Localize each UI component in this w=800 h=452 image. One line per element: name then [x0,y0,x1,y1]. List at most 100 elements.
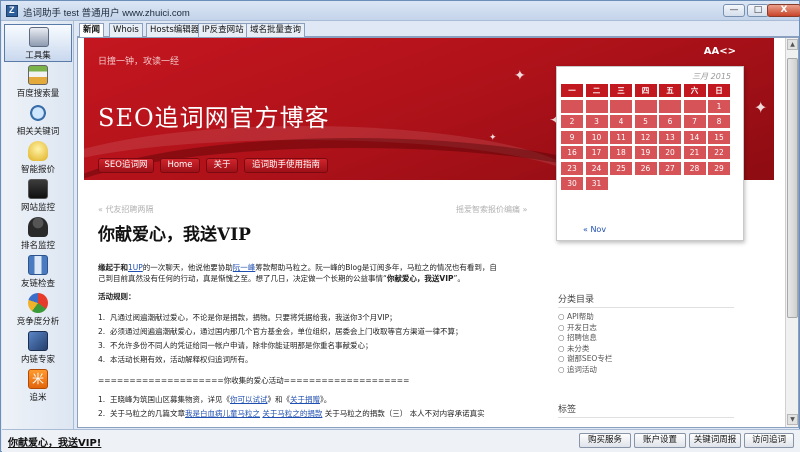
calendar-day[interactable]: 8 [708,115,730,128]
sidebar-item-friend-link-check[interactable]: 友链检查 [2,253,74,291]
sidebar-item-baidu-volume[interactable]: 百度搜索量 [2,63,74,101]
intro-text: 的一次聊天，他说他要协助 [142,263,233,272]
calendar-day[interactable]: 23 [561,161,583,175]
tab-whois[interactable]: Whois [109,23,143,37]
calendar-day[interactable]: 28 [683,161,706,175]
tags-section: 标签 [558,402,758,418]
network-icon [28,255,48,275]
calendar-weekday: 四 [634,84,657,97]
next-post-link[interactable]: 摇爱智索报价编痛 » [456,204,527,215]
calendar-day[interactable]: 27 [659,161,681,175]
category-item[interactable]: ○ 招聘信息 [558,333,758,344]
calendar-prev-link[interactable]: « Nov [583,225,606,234]
calendar-day[interactable]: 26 [634,161,657,175]
buy-service-button[interactable]: 购买服务 [579,433,631,448]
sidebar-item-related-keywords[interactable]: 相关关键词 [2,101,74,139]
scroll-down-arrow-icon[interactable]: ▼ [787,414,798,425]
link-maliz-article[interactable]: 我是白血病儿童马粒之 [185,409,260,418]
keyword-weekly-button[interactable]: 关键词周报 [689,433,741,448]
sidebar-item-internal-links[interactable]: 内链专家 [2,329,74,367]
lightbulb-icon [28,141,48,161]
intro-emphasis: 你献爱心，我送VIP [386,274,454,283]
calendar-day[interactable]: 21 [683,146,706,159]
pie-icon [28,293,48,313]
app-window: 追词助手 test 普通用户 www.zhuici.com — □ X 工具集 … [0,0,800,452]
minimize-button[interactable]: — [723,4,745,17]
blog-title[interactable]: SEO追词网官方博客 [98,98,330,133]
sidebar-item-label: 相关关键词 [16,127,60,137]
calendar-day[interactable]: 11 [610,130,632,144]
article: « 代友招聘两隔 摇爱智索报价编痛 » 你献爱心，我送VIP 缘起于和1UP的一… [84,180,534,427]
links-icon [28,331,48,351]
close-button[interactable]: X [767,4,800,17]
sidebar-item-label: 友链检查 [20,279,55,289]
maximize-button[interactable]: □ [747,4,769,17]
calendar-day[interactable]: 18 [610,146,632,159]
rule-item: 1. 凡通过阅遍潮献过爱心，不论是你是捐款，捐物。只要将凭据给我，我送你3个月VI… [98,313,397,322]
tab-ip-reverse[interactable]: IP反查网站 [198,23,248,37]
sidebar-item-smart-quote[interactable]: 智能报价 [2,139,74,177]
calendar-day[interactable]: 7 [683,115,706,128]
calendar-day[interactable]: 6 [659,115,681,128]
nav-home[interactable]: Home [160,158,200,173]
calendar-day[interactable]: 31 [585,177,608,190]
visit-zhuici-button[interactable]: 访问追词 [744,433,794,448]
link-1up[interactable]: 1UP [128,263,143,272]
calendar-day[interactable]: 25 [610,161,632,175]
calendar-day[interactable]: 10 [585,130,608,144]
font-size-toggle[interactable]: AA<> [704,46,736,57]
intro-text: 筹款帮助马粒之。阮一峰的Blog是订阅多年，马粒之的情况也有看到，自 [255,263,497,272]
status-message-link[interactable]: 你献爱心，我送VIP! [8,434,101,449]
calendar-day[interactable]: 16 [561,146,583,159]
tab-news[interactable]: 新闻 [79,23,105,38]
browser-content[interactable]: ✦ ✦ ✦ ✦ ✦ ✦ 日撞一钟，攻读一经 SEO追词网官方博客 AA<> SE… [77,37,799,428]
calendar-day[interactable]: 2 [561,115,583,128]
calendar-day[interactable]: 1 [708,99,730,113]
category-item[interactable]: ○ API帮助 [558,312,758,323]
calendar-day[interactable]: 19 [634,146,657,159]
link-ruanyifeng[interactable]: 阮一峰 [233,263,256,272]
scroll-up-arrow-icon[interactable]: ▲ [787,39,798,50]
sidebar-item-label: 网站监控 [20,203,55,213]
scroll-thumb[interactable] [787,58,798,318]
user-icon [28,217,48,237]
calendar-day[interactable]: 29 [708,161,730,175]
nav-about[interactable]: 关于 [206,158,238,173]
calendar-day[interactable]: 17 [585,146,608,159]
link-try-it[interactable]: 你可以试试 [230,395,268,404]
sidebar-item-rank-monitor[interactable]: 排名监控 [2,215,74,253]
account-settings-button[interactable]: 账户设置 [634,433,686,448]
calendar-day[interactable]: 4 [610,115,632,128]
calendar-day[interactable]: 20 [659,146,681,159]
calendar-day[interactable]: 12 [634,130,657,144]
tab-hosts-editor[interactable]: Hosts编辑器 [146,23,204,37]
category-item[interactable]: ○ 追词活动 [558,365,758,376]
nav-guide[interactable]: 追词助手使用指南 [244,158,328,173]
calendar-weekday: 日 [708,84,730,97]
category-item[interactable]: ○ 未分类 [558,344,758,355]
calendar-day[interactable]: 30 [561,177,583,190]
sidebar-item-competition[interactable]: 竞争度分析 [2,291,74,329]
category-item[interactable]: ○ 开发日志 [558,323,758,334]
calendar-caption: 三月 2015 [692,72,731,81]
calendar-day[interactable]: 5 [634,115,657,128]
tab-bulk-domain[interactable]: 域名批量查询 [246,23,306,37]
sidebar-item-toolbox[interactable]: 工具集 [4,24,72,62]
calendar-day[interactable]: 13 [659,130,681,144]
category-item[interactable]: ○ 谢那SEO专栏 [558,354,758,365]
calendar-day[interactable]: 3 [585,115,608,128]
calendar-day[interactable]: 14 [683,130,706,144]
link-about-donation[interactable]: 关于捐赠 [290,395,320,404]
calendar-day [610,99,632,113]
prev-post-link[interactable]: « 代友招聘两隔 [98,204,153,215]
nav-seo-zhuici[interactable]: SEO追词网 [98,158,154,173]
sidebar-item-site-monitor[interactable]: 网站监控 [2,177,74,215]
calendar-day[interactable]: 9 [561,130,583,144]
sidebar-item-zhuimi[interactable]: 米 追米 [2,367,74,405]
vertical-scrollbar[interactable]: ▲ ▼ [785,38,798,427]
calendar-day[interactable]: 24 [585,161,608,175]
calendar-day[interactable]: 22 [708,146,730,159]
calendar-day[interactable]: 15 [708,130,730,144]
chart-icon [28,65,48,85]
link-maliz-donation[interactable]: 关于马粒之的捐款 [262,409,322,418]
